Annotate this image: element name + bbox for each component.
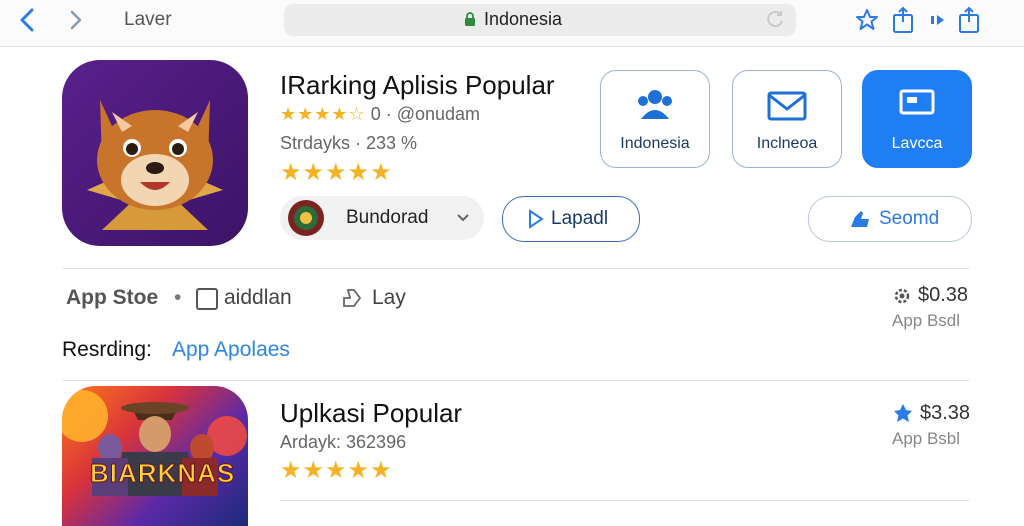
app-stats: Ardayk: 362396	[280, 432, 407, 452]
app-title[interactable]: IRarking Aplisis Popular	[280, 70, 555, 101]
category-label: Indonesia	[620, 135, 690, 152]
chevron-down-icon	[457, 214, 469, 222]
app-title[interactable]: Uplkasi Popular	[280, 398, 462, 429]
category-label: Lavcca	[891, 135, 943, 152]
laptop-icon	[899, 89, 935, 115]
divider	[280, 500, 970, 501]
divider	[62, 380, 970, 381]
store-label: App Stoe	[66, 286, 159, 309]
price-sub: App Bsbl	[892, 429, 961, 448]
second-button[interactable]: Seomd	[808, 196, 972, 242]
lock-icon	[465, 12, 475, 26]
share-icon[interactable]	[890, 6, 916, 34]
thumb-icon	[851, 211, 869, 227]
developer-label: Bundorad	[346, 207, 429, 228]
reading-label: Resrding:	[62, 338, 152, 361]
media-icon[interactable]	[928, 6, 948, 34]
rating-row: ★★★★☆ 0 · @onudam	[280, 104, 480, 125]
forward-icon[interactable]	[64, 8, 88, 32]
rating-stars-large: ★★★★★	[280, 457, 393, 484]
people-icon	[638, 90, 672, 119]
category-label: Inclneoa	[756, 135, 818, 152]
game-logo-text: BIARKNAS	[89, 458, 236, 489]
url-text[interactable]: Indonesia	[484, 9, 562, 30]
developer-avatar-icon	[288, 200, 324, 236]
price-sub: App Bsdl	[892, 311, 961, 330]
mail-icon	[767, 91, 807, 121]
back-icon[interactable]	[14, 6, 42, 34]
play-icon	[529, 209, 544, 229]
checkbox[interactable]	[196, 288, 218, 310]
app-stats: Strdayks · 233 %	[280, 133, 418, 153]
price: $3.38	[920, 402, 971, 424]
star-badge-icon	[894, 404, 912, 422]
rating-meta: 0 · @onudam	[370, 104, 481, 124]
gear-icon	[894, 288, 910, 304]
rating-stars-large: ★★★★★	[280, 159, 393, 186]
game-artwork-icon	[62, 390, 247, 496]
share-label[interactable]: Lay	[372, 286, 406, 310]
app-icon-fox[interactable]	[62, 60, 248, 246]
app-icon-game[interactable]: BIARKNAS	[62, 386, 248, 526]
share-arrow-icon[interactable]	[340, 286, 364, 310]
category-card-indonesia[interactable]: Indonesia	[600, 70, 710, 168]
rating-stars: ★★★★☆	[280, 104, 366, 124]
divider	[62, 268, 970, 269]
download-button[interactable]: Lapadl	[502, 196, 640, 242]
second-label: Seomd	[879, 208, 940, 229]
tab-title[interactable]: Laver	[124, 9, 172, 31]
category-card-inclneoa[interactable]: Inclneoa	[732, 70, 842, 168]
checkbox-label: aiddlan	[224, 286, 292, 309]
category-card-lavcca[interactable]: Lavcca	[862, 70, 972, 168]
fox-mascot-icon	[87, 100, 223, 230]
separator-dot: •	[174, 286, 182, 309]
reload-icon[interactable]	[766, 9, 786, 29]
download-label: Lapadl	[551, 208, 609, 229]
reading-link[interactable]: App Apolaes	[172, 338, 290, 362]
price: $0.38	[918, 284, 969, 306]
developer-pill[interactable]: Bundorad	[280, 196, 484, 240]
star-bookmark-icon[interactable]	[854, 6, 880, 34]
upload-icon[interactable]	[956, 6, 982, 34]
